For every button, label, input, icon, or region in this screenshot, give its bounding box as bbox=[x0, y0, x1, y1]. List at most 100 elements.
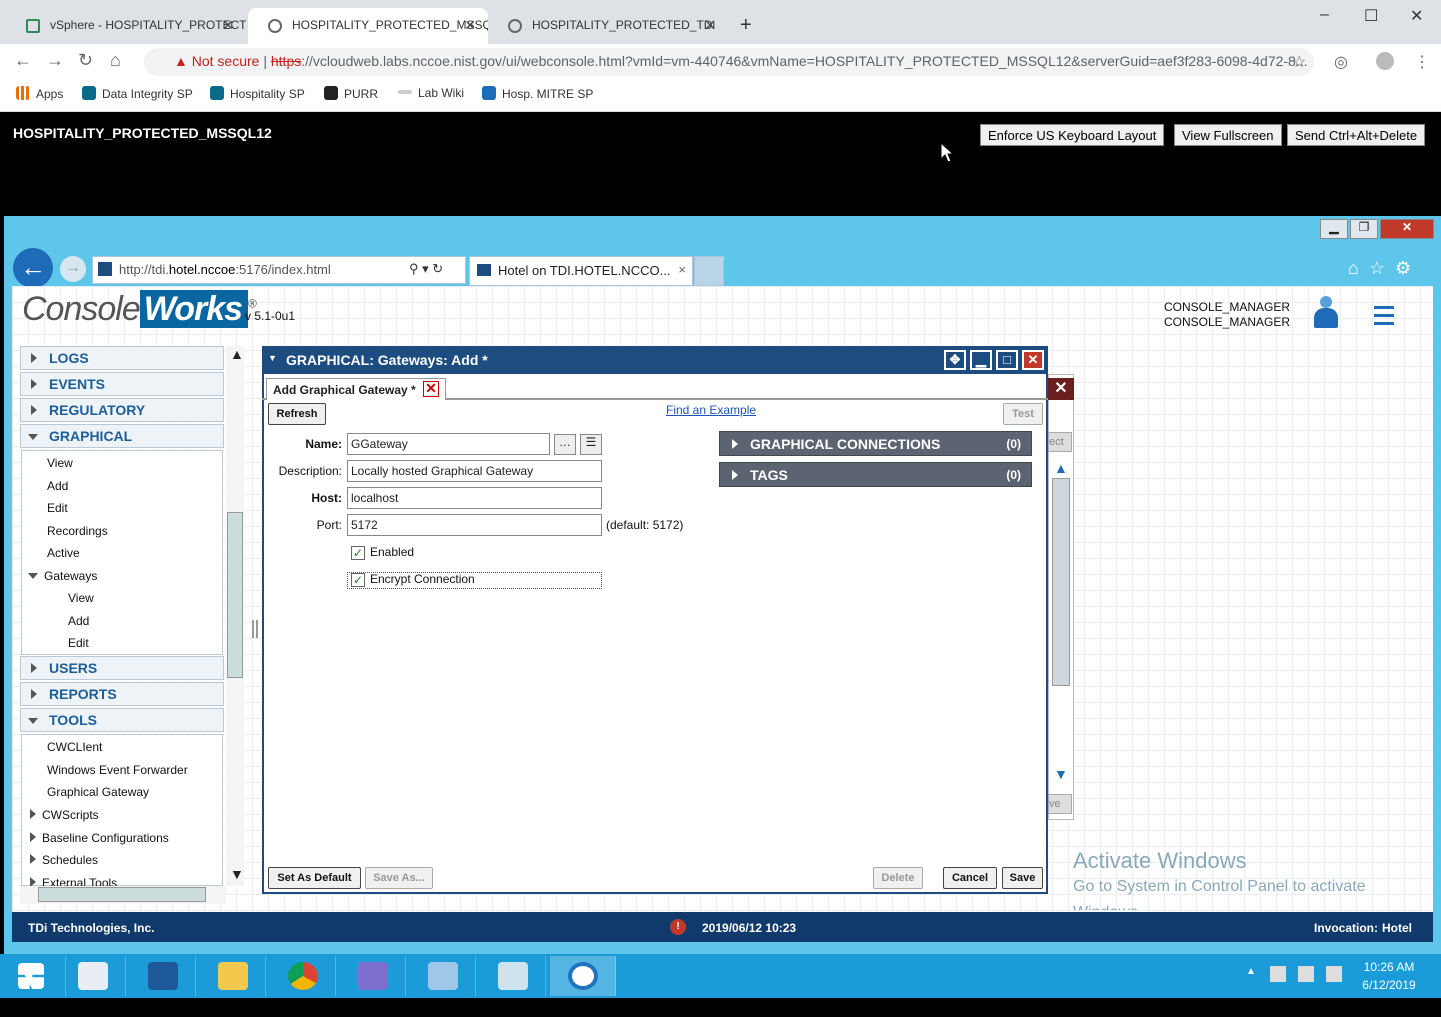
hamburger-menu-icon[interactable] bbox=[1374, 306, 1394, 309]
alert-icon[interactable]: ! bbox=[670, 919, 686, 935]
menu-events[interactable]: EVENTS bbox=[20, 372, 224, 396]
move-icon[interactable]: ✥ bbox=[944, 350, 966, 370]
bookmark-mitre[interactable]: Hosp. MITRE SP bbox=[482, 86, 593, 101]
menu-item-gateways-edit[interactable]: Edit bbox=[68, 636, 89, 650]
menu-graphical[interactable]: GRAPHICAL bbox=[20, 424, 224, 448]
collapse-icon[interactable]: ▼ bbox=[268, 353, 277, 363]
control-panel-icon[interactable] bbox=[410, 956, 476, 996]
volume-icon[interactable] bbox=[1326, 966, 1342, 982]
maximize-button[interactable]: ☐ bbox=[1364, 6, 1378, 26]
menu-item-graphical-gateway[interactable]: Graphical Gateway bbox=[47, 785, 149, 799]
star-icon[interactable]: ☆ bbox=[1292, 52, 1306, 72]
forward-icon[interactable]: → bbox=[46, 50, 64, 71]
server-manager-icon[interactable] bbox=[60, 956, 126, 996]
close-icon[interactable]: ✕ bbox=[1022, 350, 1044, 370]
menu-item-event-forwarder[interactable]: Windows Event Forwarder bbox=[47, 763, 188, 777]
background-close-icon[interactable]: ✕ bbox=[1048, 378, 1074, 400]
enforce-keyboard-button[interactable]: Enforce US Keyboard Layout bbox=[980, 124, 1165, 146]
internet-explorer-icon[interactable] bbox=[550, 956, 616, 996]
bookmark-lab-wiki[interactable]: Lab Wiki bbox=[398, 86, 464, 100]
port-field[interactable]: 5172 bbox=[347, 514, 602, 536]
save-as-button[interactable]: Save As... bbox=[365, 867, 433, 889]
extension-icon[interactable]: ◎ bbox=[1334, 52, 1348, 72]
address-bar[interactable]: ▲ Not secure | https://vcloudweb.labs.nc… bbox=[144, 48, 1314, 76]
powershell-icon[interactable] bbox=[130, 956, 196, 996]
view-fullscreen-button[interactable]: View Fullscreen bbox=[1174, 124, 1282, 146]
delete-button[interactable]: Delete bbox=[873, 867, 923, 889]
menu-item-gateways-add[interactable]: Add bbox=[68, 614, 89, 628]
close-tab-icon[interactable]: ✕ bbox=[464, 17, 476, 34]
cancel-button[interactable]: Cancel bbox=[943, 867, 997, 889]
menu-item-gateways-view[interactable]: View bbox=[68, 591, 94, 605]
enabled-checkbox[interactable]: ✓ bbox=[351, 546, 365, 560]
ie-forward-icon[interactable]: → bbox=[60, 256, 86, 282]
dialog-titlebar[interactable]: ▼ GRAPHICAL: Gateways: Add * bbox=[262, 346, 1048, 374]
menu-dots-icon[interactable]: ⋮ bbox=[1414, 52, 1430, 72]
ie-address-bar[interactable]: http://tdi.hotel.nccoe:5176/index.html ⚲… bbox=[92, 256, 466, 284]
reload-icon[interactable]: ↻ bbox=[78, 50, 93, 71]
flag-icon[interactable] bbox=[1270, 966, 1286, 982]
menu-item-cwscripts[interactable]: CWScripts bbox=[30, 808, 99, 822]
minimize-button[interactable]: – bbox=[1320, 6, 1329, 24]
home-icon[interactable]: ⌂ bbox=[110, 50, 121, 71]
menu-regulatory[interactable]: REGULATORY bbox=[20, 398, 224, 422]
menu-horizontal-scrollbar[interactable] bbox=[20, 886, 226, 904]
menu-tools[interactable]: TOOLS bbox=[20, 708, 224, 732]
description-field[interactable]: Locally hosted Graphical Gateway bbox=[347, 460, 602, 482]
menu-item-schedules[interactable]: Schedules bbox=[30, 853, 98, 867]
menu-users[interactable]: USERS bbox=[20, 656, 224, 680]
tab-tdi[interactable]: HOSPITALITY_PROTECTED_TDi ✕ bbox=[488, 8, 728, 44]
notepad-icon[interactable] bbox=[480, 956, 546, 996]
bookmark-purr[interactable]: PURR bbox=[324, 86, 378, 101]
ie-close-button[interactable]: ✕ bbox=[1380, 219, 1434, 239]
ie-minimize-button[interactable]: ▁ bbox=[1320, 219, 1348, 239]
start-button[interactable] bbox=[0, 956, 66, 996]
bookmark-data-integrity[interactable]: Data Integrity SP bbox=[82, 86, 193, 101]
bookmark-apps[interactable]: Apps bbox=[16, 86, 63, 101]
find-example-link[interactable]: Find an Example bbox=[666, 403, 756, 417]
send-ctrl-alt-del-button[interactable]: Send Ctrl+Alt+Delete bbox=[1287, 124, 1426, 146]
browse-icon[interactable]: … bbox=[554, 434, 576, 455]
ie-tab-hotel[interactable]: Hotel on TDI.HOTEL.NCCO... × bbox=[469, 256, 693, 286]
ie-new-tab-button[interactable] bbox=[694, 256, 724, 286]
list-icon[interactable]: ☰ bbox=[580, 434, 602, 455]
minimize-icon[interactable]: ▁ bbox=[970, 350, 992, 370]
menu-item-add[interactable]: Add bbox=[47, 479, 68, 493]
ie-tab-close-icon[interactable]: × bbox=[678, 262, 686, 277]
test-button[interactable]: Test bbox=[1003, 403, 1043, 425]
menu-item-cwclient[interactable]: CWCLIent bbox=[47, 740, 102, 754]
close-tab-icon[interactable]: ✕ bbox=[222, 17, 234, 34]
close-tab-icon[interactable]: ✕ bbox=[423, 381, 439, 397]
save-button[interactable]: Save bbox=[1002, 867, 1043, 889]
graphical-connections-panel[interactable]: GRAPHICAL CONNECTIONS (0) bbox=[719, 431, 1032, 456]
menu-item-recordings[interactable]: Recordings bbox=[47, 524, 108, 538]
refresh-button[interactable]: Refresh bbox=[268, 403, 326, 425]
name-field[interactable]: GGateway bbox=[347, 433, 550, 455]
tags-panel[interactable]: TAGS (0) bbox=[719, 462, 1032, 487]
ie-toolbar-icons[interactable]: ⌂☆⚙ bbox=[1348, 258, 1421, 279]
tab-add-graphical-gateway[interactable]: Add Graphical Gateway * bbox=[266, 378, 446, 400]
ie-back-icon[interactable]: ← bbox=[13, 248, 53, 288]
new-tab-button[interactable]: + bbox=[740, 14, 752, 37]
menu-item-view[interactable]: View bbox=[47, 456, 73, 470]
taskbar-clock[interactable]: 10:26 AM 6/12/2019 bbox=[1354, 958, 1424, 994]
menu-logs[interactable]: LOGS bbox=[20, 346, 224, 370]
network-icon[interactable] bbox=[340, 956, 406, 996]
menu-item-external-tools[interactable]: External Tools bbox=[30, 876, 117, 886]
close-window-button[interactable]: ✕ bbox=[1410, 6, 1423, 26]
tab-vsphere[interactable]: vSphere - HOSPITALITY_PROTECT ✕ bbox=[6, 8, 246, 44]
host-field[interactable]: localhost bbox=[347, 487, 602, 509]
chrome-icon[interactable] bbox=[270, 956, 336, 996]
file-explorer-icon[interactable] bbox=[200, 956, 266, 996]
set-as-default-button[interactable]: Set As Default bbox=[268, 867, 361, 889]
profile-avatar[interactable] bbox=[1376, 52, 1394, 70]
maximize-icon[interactable]: □ bbox=[996, 350, 1018, 370]
bookmark-hospitality[interactable]: Hospitality SP bbox=[210, 86, 305, 101]
menu-vertical-scrollbar[interactable]: ▲ ▼ bbox=[226, 346, 244, 886]
menu-item-gateways[interactable]: Gateways bbox=[28, 569, 97, 583]
menu-item-edit[interactable]: Edit bbox=[47, 501, 68, 515]
close-tab-icon[interactable]: ✕ bbox=[704, 17, 716, 34]
show-hidden-icons[interactable]: ▲ bbox=[1246, 966, 1256, 977]
menu-reports[interactable]: REPORTS bbox=[20, 682, 224, 706]
search-icon[interactable]: ⚲ ▾ ↻ bbox=[409, 261, 443, 277]
